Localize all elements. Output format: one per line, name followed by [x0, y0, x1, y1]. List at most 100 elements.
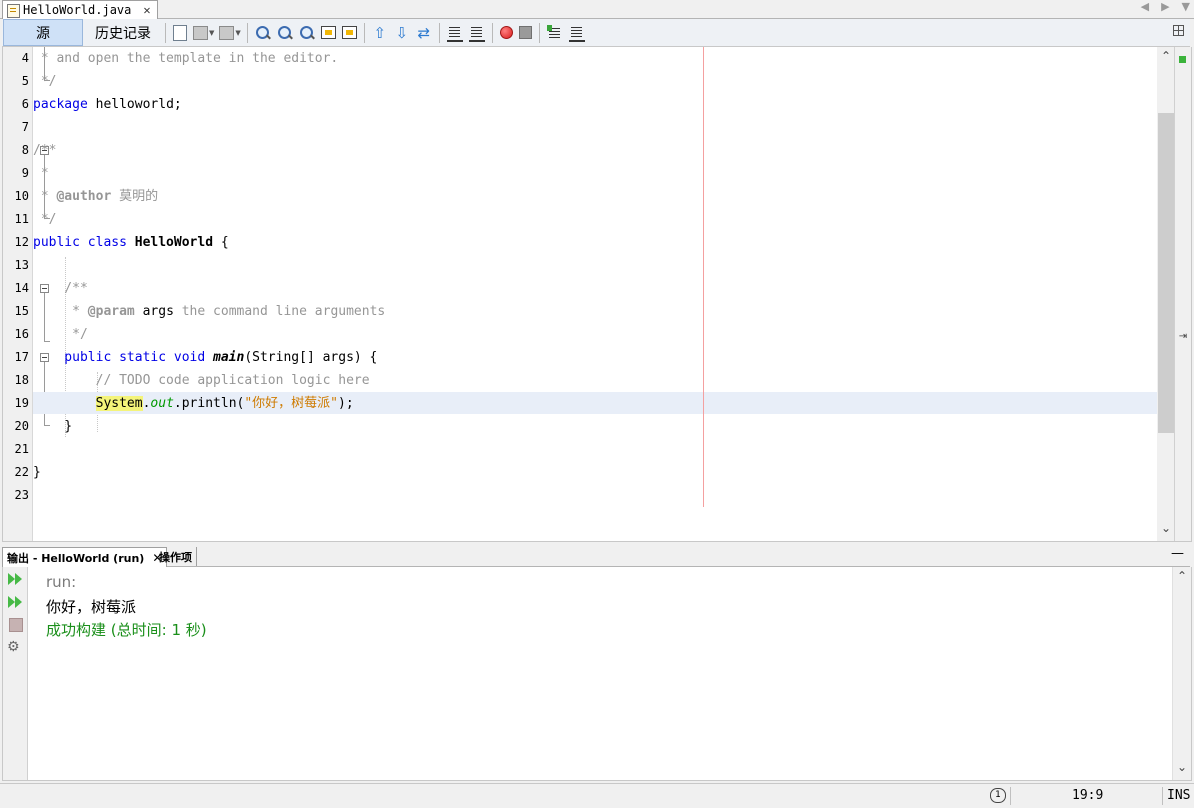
rectangular-select-icon[interactable] [341, 26, 357, 39]
tab-list-icon[interactable]: ▼ [1182, 0, 1190, 13]
rerun-with-params-icon[interactable] [7, 594, 23, 610]
status-bar: 1 19:9 INS [0, 783, 1194, 808]
code-line-18: // TODO code application logic here [33, 373, 370, 388]
scroll-up-icon[interactable]: ⌃ [1173, 569, 1191, 583]
find-icon[interactable] [255, 25, 271, 41]
caret-position[interactable]: 19:9 [1072, 788, 1103, 803]
notification-icon[interactable]: 1 [990, 788, 1006, 803]
tasks-tab[interactable]: 操作项 [155, 547, 197, 566]
close-tab-icon[interactable]: ✕ [143, 3, 150, 17]
code-editor[interactable]: 4 5 6 7 8 9 10 11 12 13 14 15 16 17 18 1… [2, 47, 1192, 542]
editor-toolbar: 源 历史记录 ▼ ▼ ⇧ ⇩ ⇄ [2, 19, 1190, 47]
line-number: 9 [21, 166, 29, 180]
code-keyword: package [33, 97, 88, 112]
toggle-bookmark-icon[interactable]: ⇄ [416, 25, 432, 41]
javadoc-tag: @param [87, 304, 135, 319]
find-next-icon[interactable] [299, 25, 315, 41]
code-line-10: * @author 莫明的 [33, 185, 158, 208]
code-text: { [213, 235, 229, 250]
tab-prev-icon[interactable]: ◀ [1141, 0, 1149, 13]
code-line-16: */ [33, 327, 88, 342]
code-line-12: public class HelloWorld { [33, 231, 229, 254]
scroll-up-icon[interactable]: ⌃ [1157, 49, 1175, 63]
toolbar-separator [363, 22, 365, 43]
code-text: (String[] args) { [244, 350, 378, 365]
back-dropdown-icon[interactable]: ▼ [209, 29, 214, 37]
back-icon[interactable] [193, 25, 208, 40]
line-number: 20 [14, 419, 29, 433]
editor-vertical-scrollbar[interactable]: ⌃ ⌄ [1157, 47, 1175, 541]
last-edit-icon[interactable] [173, 24, 187, 41]
editor-tab-helloworld[interactable]: HelloWorld.java ✕ [2, 0, 158, 19]
line-number: 11 [14, 212, 29, 226]
settings-icon[interactable]: ⚙ [7, 639, 23, 655]
output-line-result: 你好，树莓派 [46, 598, 137, 616]
split-window-icon[interactable] [1173, 25, 1184, 36]
class-name: HelloWorld [126, 235, 214, 250]
toolbar-separator [165, 22, 166, 43]
line-number: 8 [21, 143, 29, 157]
code-line-17: public static void main(String[] args) { [33, 346, 377, 369]
code-comment: 莫明的 [111, 189, 159, 204]
source-view-button[interactable]: 源 [3, 19, 83, 46]
output-line-build-success: 成功构建 (总时间: 1 秒) [46, 621, 207, 639]
history-view-button[interactable]: 历史记录 [85, 20, 161, 45]
insert-mode[interactable]: INS [1167, 788, 1190, 803]
code-line-19: System.out.println("你好，树莓派"); [33, 392, 354, 415]
rerun-icon[interactable] [7, 571, 23, 587]
stop-icon[interactable] [9, 618, 23, 632]
find-previous-icon[interactable] [277, 25, 293, 41]
code-text: args [134, 304, 174, 319]
code-line-6: package helloworld; [33, 93, 182, 116]
line-number: 7 [21, 120, 29, 134]
class-reference: System [95, 396, 143, 411]
line-number: 19 [14, 396, 29, 410]
forward-dropdown-icon[interactable]: ▼ [235, 29, 240, 37]
no-errors-indicator[interactable] [1179, 56, 1186, 63]
line-number: 16 [14, 327, 29, 341]
line-number-gutter: 4 5 6 7 8 9 10 11 12 13 14 15 16 17 18 1… [3, 47, 33, 541]
code-text: helloworld; [87, 97, 182, 112]
scroll-down-icon[interactable]: ⌄ [1173, 760, 1191, 774]
toggle-highlight-icon[interactable] [320, 26, 336, 39]
uncomment-icon[interactable] [568, 24, 585, 42]
previous-bookmark-icon[interactable]: ⇧ [372, 25, 388, 41]
editor-tab-strip: HelloWorld.java ✕ ◀ ▶ ▼ [0, 0, 1194, 19]
method-name: main [205, 350, 245, 365]
forward-icon[interactable] [219, 25, 235, 40]
start-macro-icon[interactable] [499, 26, 513, 39]
stop-macro-icon[interactable] [518, 26, 532, 39]
code-text: ); [338, 396, 354, 411]
tab-next-icon[interactable]: ▶ [1161, 0, 1169, 13]
tab-navigation: ◀ ▶ ▼ [1141, 0, 1190, 13]
right-margin-line [703, 47, 704, 507]
code-line-14: /** [33, 281, 88, 296]
editor-tab-title: HelloWorld.java [23, 3, 132, 17]
line-number: 21 [14, 442, 29, 456]
next-bookmark-icon[interactable]: ⇩ [394, 25, 410, 41]
scroll-down-icon[interactable]: ⌄ [1157, 521, 1175, 535]
line-number: 23 [14, 488, 29, 502]
code-comment: * [33, 304, 88, 319]
line-number: 13 [14, 258, 29, 272]
scroll-thumb[interactable] [1158, 113, 1174, 433]
toolbar-separator [491, 22, 493, 43]
line-number: 15 [14, 304, 29, 318]
output-window[interactable]: ⚙ run: 你好，树莓派 成功构建 (总时间: 1 秒) ⌃ ⌄ [2, 567, 1192, 781]
shift-right-icon[interactable] [468, 24, 485, 42]
error-stripe[interactable]: ⇥ [1174, 47, 1191, 541]
shift-left-icon[interactable] [446, 24, 463, 42]
output-tab[interactable]: 输出 - HelloWorld (run) ✕ [2, 547, 168, 567]
comment-icon[interactable] [546, 24, 563, 41]
string-literal: "你好，树莓派" [244, 396, 339, 411]
output-tab-strip: 输出 - HelloWorld (run) ✕ 操作项 — [2, 546, 1190, 567]
code-line-20: } [33, 419, 73, 434]
code-line-8: /** [33, 143, 57, 158]
split-marker-icon[interactable]: ⇥ [1175, 331, 1191, 342]
toolbar-separator [538, 22, 540, 43]
minimize-icon[interactable]: — [1171, 546, 1184, 561]
output-vertical-scrollbar[interactable]: ⌃ ⌄ [1172, 567, 1191, 780]
line-number: 6 [21, 97, 29, 111]
output-tab-label: 输出 - HelloWorld (run) [7, 551, 145, 565]
